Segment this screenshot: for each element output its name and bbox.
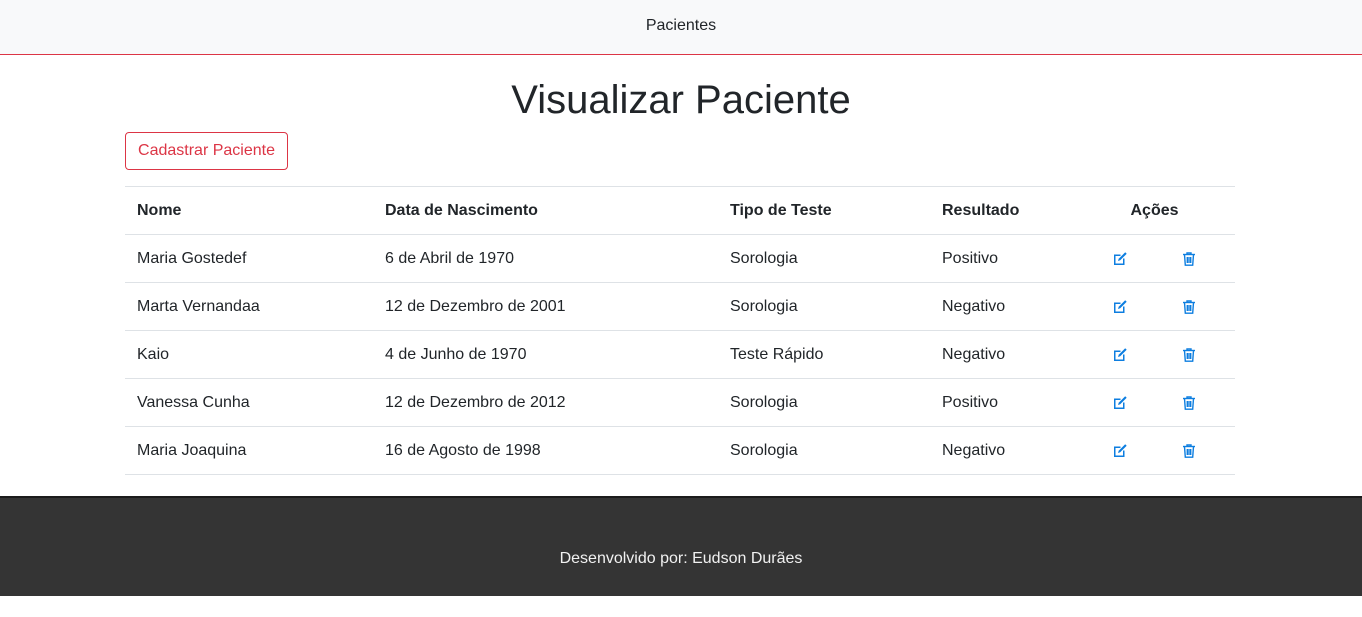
cell-nome: Vanessa Cunha bbox=[125, 378, 373, 427]
nav-brand-link[interactable]: Pacientes bbox=[646, 17, 716, 35]
page-footer: Desenvolvido por: Eudson Durães bbox=[0, 496, 1362, 596]
edit-icon[interactable] bbox=[1111, 442, 1129, 460]
trash-icon[interactable] bbox=[1180, 346, 1198, 364]
cell-nome: Maria Gostedef bbox=[125, 234, 373, 283]
row-actions bbox=[1086, 346, 1223, 364]
cell-data-nascimento: 12 de Dezembro de 2001 bbox=[373, 282, 718, 331]
patients-table: Nome Data de Nascimento Tipo de Teste Re… bbox=[125, 186, 1235, 475]
cell-data-nascimento: 16 de Agosto de 1998 bbox=[373, 426, 718, 475]
cell-acoes bbox=[1074, 426, 1235, 475]
header-tipo-teste: Tipo de Teste bbox=[718, 186, 930, 235]
edit-icon[interactable] bbox=[1111, 394, 1129, 412]
cell-resultado: Positivo bbox=[930, 378, 1074, 427]
trash-icon[interactable] bbox=[1180, 298, 1198, 316]
table-row: Kaio 4 de Junho de 1970 Teste Rápido Neg… bbox=[125, 330, 1235, 379]
table-row: Maria Gostedef 6 de Abril de 1970 Sorolo… bbox=[125, 234, 1235, 283]
header-resultado: Resultado bbox=[930, 186, 1074, 235]
cell-resultado: Negativo bbox=[930, 330, 1074, 379]
edit-icon[interactable] bbox=[1111, 250, 1129, 268]
table-row: Vanessa Cunha 12 de Dezembro de 2012 Sor… bbox=[125, 378, 1235, 427]
edit-icon[interactable] bbox=[1111, 298, 1129, 316]
cell-tipo-teste: Sorologia bbox=[718, 234, 930, 283]
edit-icon[interactable] bbox=[1111, 346, 1129, 364]
cell-data-nascimento: 12 de Dezembro de 2012 bbox=[373, 378, 718, 427]
header-nome: Nome bbox=[125, 186, 373, 235]
cell-nome: Kaio bbox=[125, 330, 373, 379]
row-actions bbox=[1086, 442, 1223, 460]
add-patient-button[interactable]: Cadastrar Paciente bbox=[125, 132, 288, 170]
table-row: Maria Joaquina 16 de Agosto de 1998 Soro… bbox=[125, 426, 1235, 475]
cell-tipo-teste: Sorologia bbox=[718, 378, 930, 427]
cell-nome: Maria Joaquina bbox=[125, 426, 373, 475]
cell-resultado: Negativo bbox=[930, 282, 1074, 331]
cell-acoes bbox=[1074, 282, 1235, 331]
cell-tipo-teste: Sorologia bbox=[718, 282, 930, 331]
trash-icon[interactable] bbox=[1180, 442, 1198, 460]
table-header-row: Nome Data de Nascimento Tipo de Teste Re… bbox=[125, 186, 1235, 235]
trash-icon[interactable] bbox=[1180, 394, 1198, 412]
header-acoes: Ações bbox=[1074, 186, 1235, 235]
cell-resultado: Positivo bbox=[930, 234, 1074, 283]
header-data-nascimento: Data de Nascimento bbox=[373, 186, 718, 235]
cell-nome: Marta Vernandaa bbox=[125, 282, 373, 331]
cell-data-nascimento: 4 de Junho de 1970 bbox=[373, 330, 718, 379]
cell-tipo-teste: Sorologia bbox=[718, 426, 930, 475]
cell-acoes bbox=[1074, 378, 1235, 427]
cell-acoes bbox=[1074, 234, 1235, 283]
row-actions bbox=[1086, 394, 1223, 412]
row-actions bbox=[1086, 250, 1223, 268]
cell-tipo-teste: Teste Rápido bbox=[718, 330, 930, 379]
footer-credit: Desenvolvido por: Eudson Durães bbox=[559, 550, 803, 567]
table-row: Marta Vernandaa 12 de Dezembro de 2001 S… bbox=[125, 282, 1235, 331]
row-actions bbox=[1086, 298, 1223, 316]
cell-data-nascimento: 6 de Abril de 1970 bbox=[373, 234, 718, 283]
cell-resultado: Negativo bbox=[930, 426, 1074, 475]
page-title: Visualizar Paciente bbox=[511, 78, 851, 122]
top-navbar: Pacientes bbox=[0, 0, 1362, 55]
cell-acoes bbox=[1074, 330, 1235, 379]
trash-icon[interactable] bbox=[1180, 250, 1198, 268]
